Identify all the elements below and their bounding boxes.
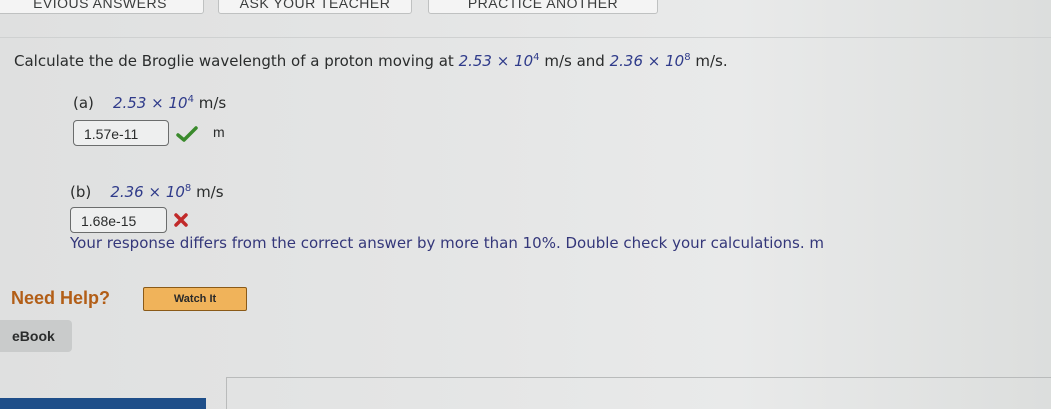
- ebook-button[interactable]: eBook: [0, 320, 72, 352]
- need-help-heading: Need Help?: [11, 288, 111, 308]
- question-connector: and: [576, 52, 605, 70]
- cross-icon: [174, 213, 188, 227]
- part-a-answer-unit: m: [213, 124, 225, 140]
- question-prefix: Calculate the de Broglie wavelength of a…: [14, 52, 454, 70]
- top-toolbar: EVIOUS ANSWERS ASK YOUR TEACHER PRACTICE…: [0, 0, 1051, 14]
- part-b-label: (b) 2.36 × 108 m/s: [70, 183, 224, 201]
- practice-another-button[interactable]: PRACTICE ANOTHER: [428, 0, 658, 14]
- part-a-answer-input[interactable]: 1.57e-11: [73, 120, 169, 146]
- part-b-unit: m/s: [196, 183, 224, 201]
- previous-answers-button[interactable]: EVIOUS ANSWERS: [0, 0, 204, 14]
- header-divider: [0, 37, 1051, 38]
- checkmark-icon: [176, 126, 198, 142]
- part-a-label: (a) 2.53 × 104 m/s: [73, 94, 227, 112]
- ask-your-teacher-button[interactable]: ASK YOUR TEACHER: [218, 0, 412, 14]
- part-b-velocity: 2.36 × 108: [110, 183, 192, 201]
- part-a-unit: m/s: [198, 94, 227, 112]
- velocity-2: 2.36 × 108: [609, 52, 691, 70]
- footer-divider: [226, 377, 1051, 378]
- velocity-2-unit: m/s.: [695, 52, 728, 70]
- velocity-1-unit: m/s: [544, 52, 572, 70]
- footer-action-bar[interactable]: [0, 398, 206, 409]
- part-a-velocity: 2.53 × 104: [112, 94, 194, 112]
- question-text: Calculate the de Broglie wavelength of a…: [14, 52, 728, 70]
- velocity-1: 2.53 × 104: [458, 52, 540, 70]
- part-b-answer-input[interactable]: 1.68e-15: [70, 207, 167, 233]
- footer-divider-vertical: [226, 377, 227, 409]
- part-b-feedback: Your response differs from the correct a…: [70, 234, 825, 252]
- watch-it-button[interactable]: Watch It: [143, 287, 247, 311]
